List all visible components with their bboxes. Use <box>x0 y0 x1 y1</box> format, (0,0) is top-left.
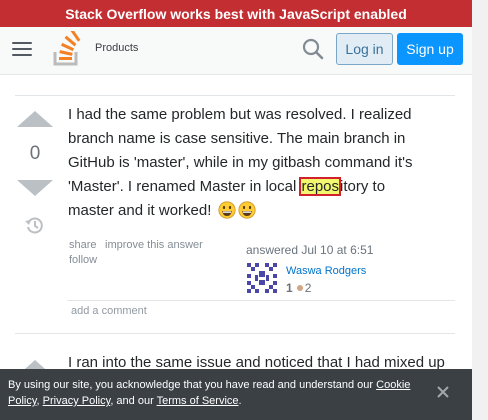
user-reputation: 1 2 <box>286 281 311 295</box>
privacy-policy-link[interactable]: Privacy Policy <box>43 395 111 407</box>
share-link[interactable]: share <box>69 239 97 251</box>
follow-link[interactable]: follow <box>69 254 97 266</box>
search-icon[interactable] <box>300 36 326 62</box>
bronze-badge-icon <box>296 285 303 291</box>
highlighted-text: repos <box>299 177 342 196</box>
cookie-text: By using our site, you acknowledge that … <box>8 379 377 391</box>
signup-button[interactable]: Sign up <box>397 33 463 65</box>
terms-of-service-link[interactable]: Terms of Service <box>157 395 239 407</box>
cookie-text-2: , and our <box>110 395 157 407</box>
stack-overflow-logo[interactable] <box>52 31 82 67</box>
user-avatar[interactable] <box>246 262 278 294</box>
upvote-arrow-icon[interactable] <box>17 111 53 127</box>
products-link[interactable]: Products <box>95 42 138 54</box>
comment-divider <box>67 300 455 301</box>
bronze-badge-count: 2 <box>304 281 312 295</box>
reputation-score: 1 <box>286 281 293 295</box>
hamburger-menu-icon[interactable] <box>12 42 32 58</box>
scrollbar[interactable] <box>472 0 488 420</box>
history-icon[interactable] <box>24 215 44 235</box>
grinning-face-icon <box>217 201 236 219</box>
answered-timestamp: answered Jul 10 at 6:51 <box>246 243 374 257</box>
close-icon[interactable] <box>436 385 450 399</box>
cookie-text-3: . <box>238 395 242 407</box>
answer-body: I had the same problem but was resolved.… <box>68 103 418 223</box>
answer-divider <box>15 333 455 334</box>
user-name-link[interactable]: Waswa Rodgers <box>286 265 366 277</box>
javascript-warning-banner: Stack Overflow works best with JavaScrip… <box>0 0 472 27</box>
cookie-notice: By using our site, you acknowledge that … <box>0 369 472 420</box>
improve-answer-link[interactable]: improve this answer <box>105 239 203 251</box>
banner-text: Stack Overflow works best with JavaScrip… <box>65 5 407 22</box>
login-button[interactable]: Log in <box>336 33 393 65</box>
section-divider <box>15 95 455 96</box>
grinning-face-icon <box>237 201 256 219</box>
top-bar: Products Log in Sign up <box>0 27 472 75</box>
downvote-arrow-icon[interactable] <box>17 180 53 196</box>
vote-count: 0 <box>29 143 41 164</box>
add-comment-link[interactable]: add a comment <box>71 305 147 317</box>
